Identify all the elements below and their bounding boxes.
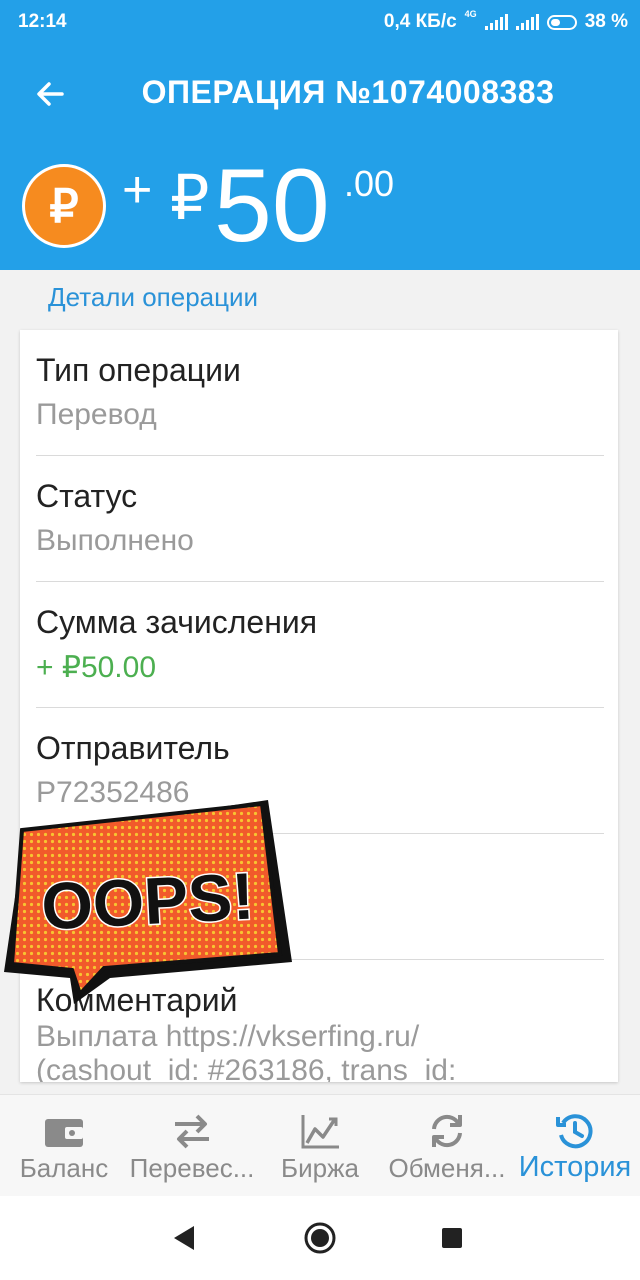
bottom-navigation: Баланс Перевес... Биржа Обменя... Истори… <box>0 1094 640 1197</box>
detail-value: Выплата https://vkserfing.ru/ (cashout_i… <box>36 1020 456 1082</box>
signal-icon <box>484 14 508 30</box>
amount-currency: ₽ <box>170 164 210 233</box>
ruble-coin-icon: ₽ <box>22 164 106 248</box>
nav-item-swap[interactable]: Обменя... <box>380 1095 514 1197</box>
comment-line-2: (cashout_id: #263186, trans_id: <box>36 1054 457 1082</box>
detail-label: Сумма зачисления <box>36 604 318 640</box>
detail-row-type: Тип операции Перевод <box>36 330 604 456</box>
comment-line-1: Выплата https://vkserfing.ru/ <box>36 1020 420 1053</box>
nav-label: История <box>518 1151 632 1183</box>
app-bar: ОПЕРАЦИЯ №1074008383 <box>0 44 640 144</box>
detail-label: Статус <box>36 478 138 514</box>
nav-item-exchange[interactable]: Биржа <box>266 1095 374 1197</box>
system-back-icon[interactable] <box>166 1220 202 1256</box>
transfer-arrows-icon <box>175 1114 209 1149</box>
status-time: 12:14 <box>18 11 67 32</box>
nav-label: Обменя... <box>388 1153 506 1183</box>
detail-value: + ₽50.00 <box>36 651 157 684</box>
nav-item-history[interactable]: История <box>510 1095 640 1197</box>
detail-label: Отправитель <box>36 730 230 766</box>
system-recents-icon[interactable] <box>434 1220 470 1256</box>
network-speed: 0,4 КБ/с <box>383 11 457 32</box>
detail-value: Перевод <box>36 398 157 431</box>
battery-level: 38 % <box>584 11 628 32</box>
network-type: 4G <box>464 9 477 19</box>
battery-icon <box>546 14 577 30</box>
amount-cents: .00 <box>344 163 395 204</box>
detail-label: Тип операции <box>36 352 241 388</box>
detail-row-status: Статус Выполнено <box>36 456 604 582</box>
amount-header: ₽ + ₽ 50 .00 <box>0 144 640 270</box>
nav-item-balance[interactable]: Баланс <box>8 1095 120 1197</box>
section-title: Детали операции <box>48 282 259 312</box>
chart-icon <box>301 1115 339 1149</box>
status-bar: 12:14 0,4 КБ/с 4G 38 % <box>0 0 640 44</box>
nav-item-transfer[interactable]: Перевес... <box>126 1095 258 1197</box>
exchange-refresh-icon <box>432 1114 462 1148</box>
page-title: ОПЕРАЦИЯ №1074008383 <box>141 74 555 110</box>
system-navigation <box>0 1196 640 1280</box>
amount-integer: 50 <box>214 148 330 264</box>
detail-value: Выполнено <box>36 524 194 557</box>
nav-label: Биржа <box>281 1153 359 1183</box>
history-icon <box>556 1114 593 1149</box>
nav-label: Перевес... <box>129 1153 255 1183</box>
status-indicators: 0,4 КБ/с 4G 38 % <box>383 9 628 33</box>
detail-row-amount: Сумма зачисления + ₽50.00 <box>36 582 604 708</box>
sticker-text: OOPS! <box>40 858 256 943</box>
nav-label: Баланс <box>19 1153 109 1183</box>
amount-sign: + <box>122 161 153 219</box>
oops-sticker: OOPS! <box>4 800 292 1004</box>
system-home-icon[interactable] <box>302 1220 338 1256</box>
wallet-icon <box>45 1119 83 1147</box>
signal-icon-2 <box>515 14 539 30</box>
